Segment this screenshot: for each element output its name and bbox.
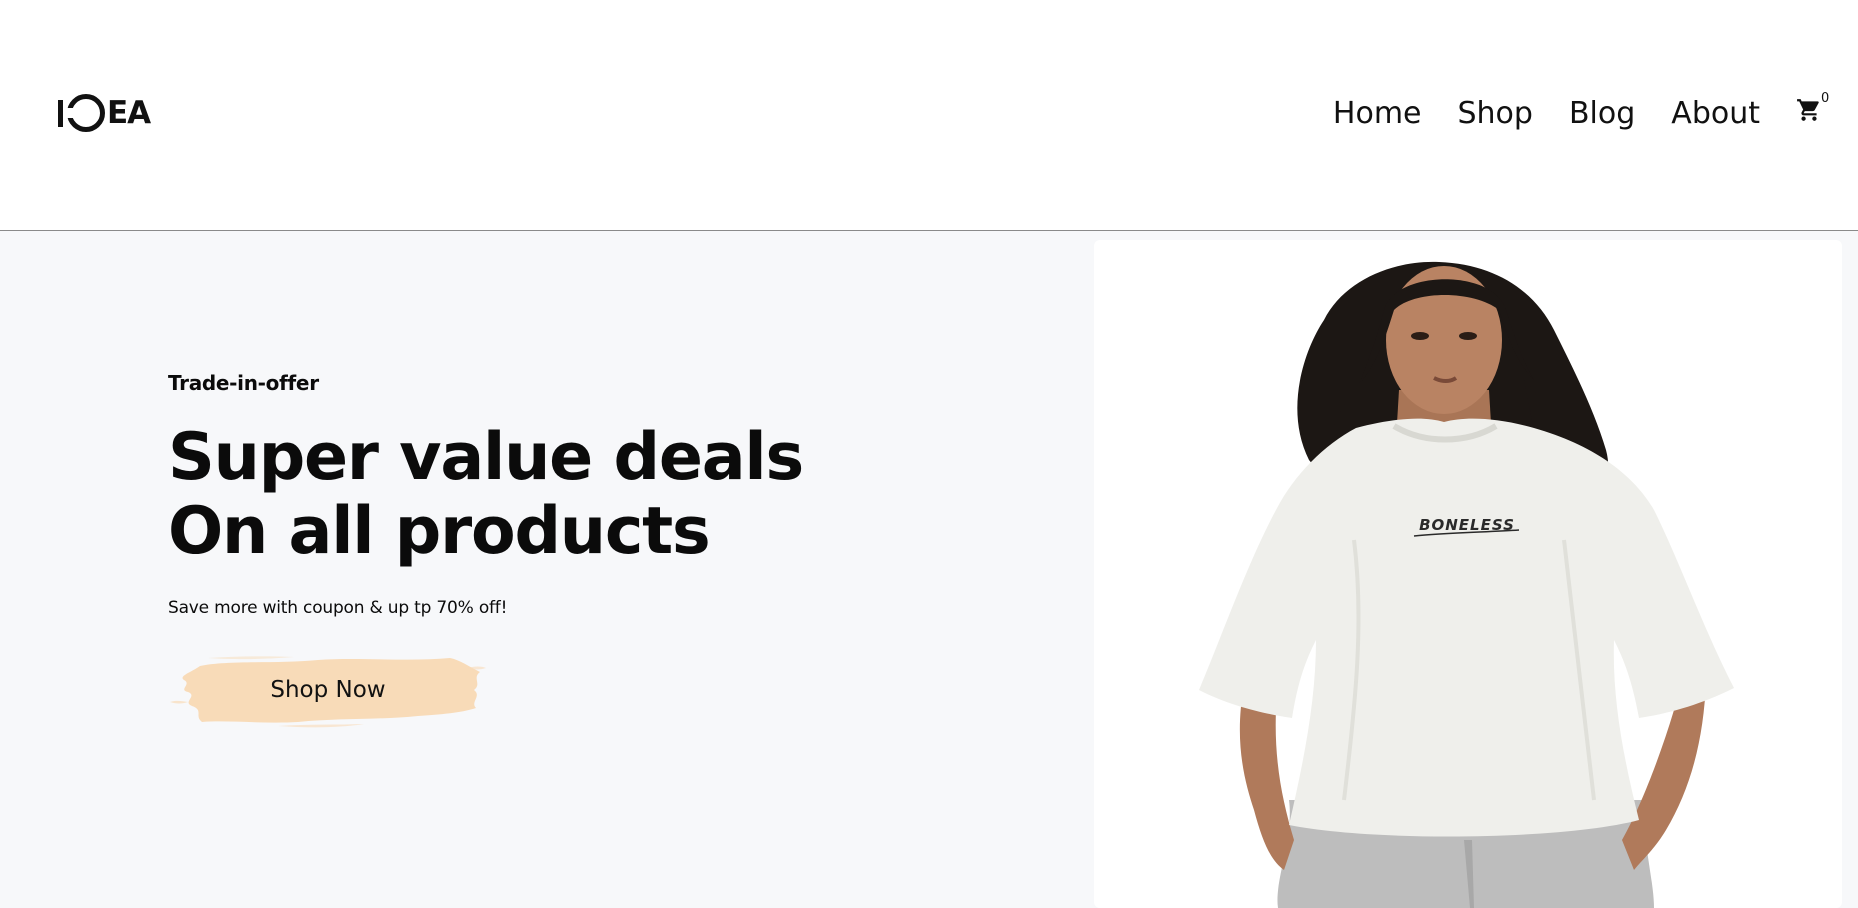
site-header: EA Home Shop Blog About 0	[0, 0, 1858, 231]
nav-link-home[interactable]: Home	[1333, 99, 1422, 129]
shop-now-button[interactable]: Shop Now	[168, 650, 488, 730]
hero-text: Trade-in-offer Super value deals On all …	[168, 371, 804, 730]
cart-button[interactable]: 0	[1796, 91, 1829, 123]
cart-icon	[1797, 99, 1819, 121]
hero-model-image: BONELESS	[1094, 240, 1842, 908]
hero-subtext: Save more with coupon & up tp 70% off!	[168, 598, 508, 618]
model-tshirt-illustration: BONELESS	[1199, 261, 1734, 908]
shop-now-label: Shop Now	[270, 677, 386, 703]
nav-link-shop[interactable]: Shop	[1458, 99, 1533, 129]
logo-ring-icon	[63, 94, 105, 132]
hero-kicker: Trade-in-offer	[168, 371, 319, 395]
logo-text: EA	[107, 94, 151, 131]
main-nav: Home Shop Blog About 0	[1333, 91, 1858, 136]
hero-headline-line1: Super value deals	[168, 420, 804, 495]
brand-logo[interactable]: EA	[58, 93, 151, 133]
nav-link-blog[interactable]: Blog	[1569, 99, 1635, 129]
hero-headline-line2: On all products	[168, 494, 711, 569]
nav-link-about[interactable]: About	[1671, 99, 1760, 129]
hero-headline: Super value deals On all products	[168, 420, 804, 569]
hero-section: Trade-in-offer Super value deals On all …	[0, 231, 1858, 908]
cart-count-badge: 0	[1821, 91, 1830, 106]
